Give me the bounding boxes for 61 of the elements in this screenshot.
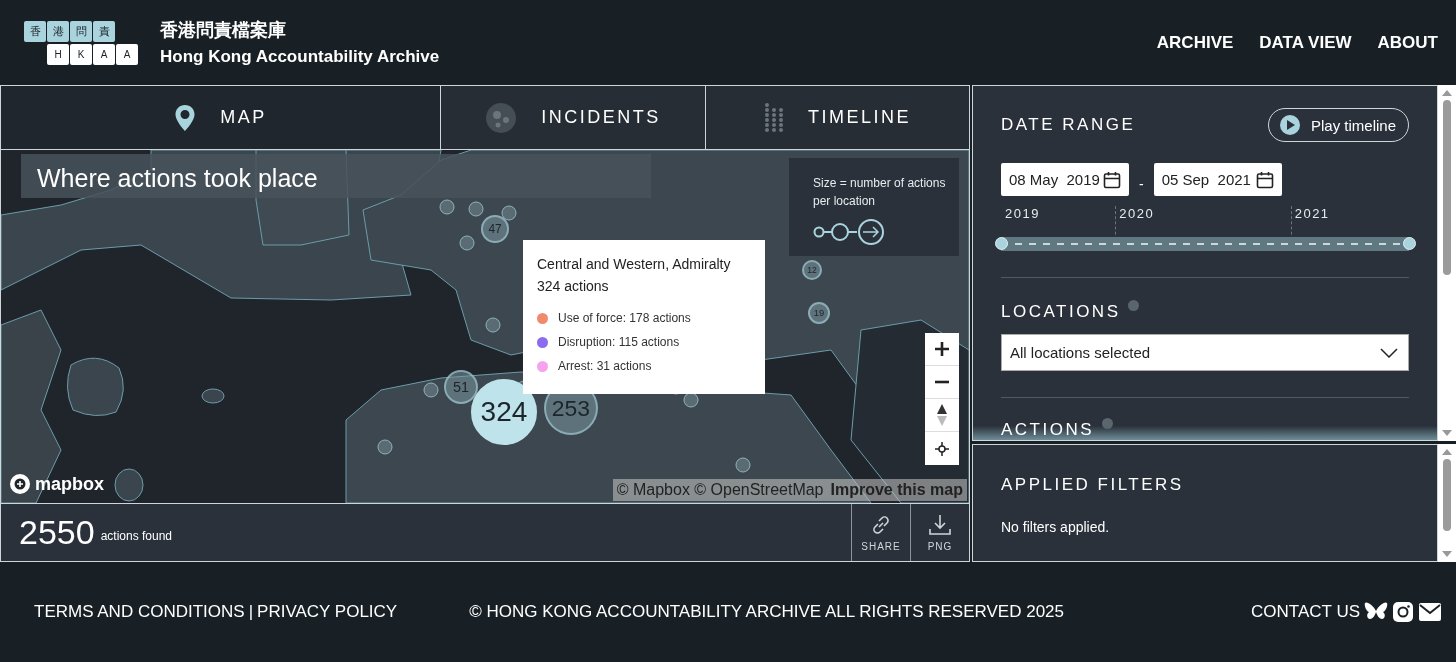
terms-link[interactable]: TERMS AND CONDITIONS bbox=[34, 602, 245, 622]
site-title: Hong Kong Accountability Archive bbox=[160, 47, 440, 67]
improve-map-link[interactable]: Improve this map bbox=[830, 481, 963, 499]
tooltip-total: 324 actions bbox=[537, 278, 610, 294]
end-date-field[interactable]: 05 Sep 2021 bbox=[1153, 163, 1282, 196]
logo-tile: H bbox=[47, 43, 69, 65]
nav-link[interactable]: ARCHIVE bbox=[1156, 32, 1234, 53]
plus-icon bbox=[934, 341, 950, 357]
bubbles-icon bbox=[485, 101, 518, 134]
site-title-chinese: 香港問責檔案庫 bbox=[160, 19, 287, 42]
map-attribution: © Mapbox © OpenStreetMap bbox=[616, 481, 824, 499]
view-tab[interactable]: INCIDENTS bbox=[441, 86, 706, 149]
zoom-in-button[interactable] bbox=[925, 333, 959, 366]
tooltip-title: Central and Western, Admiralty bbox=[537, 256, 732, 272]
contact-link[interactable]: CONTACT US bbox=[1251, 602, 1360, 622]
map-title: Where actions took place bbox=[21, 154, 651, 198]
year-label: 2019 bbox=[1004, 206, 1040, 221]
logo-tile: 港 bbox=[47, 20, 69, 42]
section-heading: DATE RANGE bbox=[1001, 115, 1136, 135]
category-count: Use of force: 178 actions bbox=[558, 311, 691, 325]
nav-link[interactable]: ABOUT bbox=[1377, 32, 1438, 53]
mail-icon[interactable] bbox=[1418, 602, 1442, 622]
privacy-link[interactable]: PRIVACY POLICY bbox=[257, 602, 398, 622]
date-separator: - bbox=[1139, 175, 1144, 192]
chevron-down-icon bbox=[1380, 347, 1398, 358]
view-tab[interactable]: MAP bbox=[1, 86, 441, 149]
logo-tile: 責 bbox=[93, 20, 115, 42]
section-heading: ACTIONS bbox=[1001, 420, 1095, 440]
locations-dropdown[interactable]: All locations selected bbox=[1001, 334, 1409, 371]
dot-grid-icon bbox=[764, 102, 784, 133]
crosshair-icon bbox=[935, 441, 949, 456]
empty-message: No filters applied. bbox=[1001, 519, 1111, 535]
logo-tile: 香 bbox=[24, 20, 46, 42]
copyright-text: © HONG KONG ACCOUNTABILITY ARCHIVE ALL RIGHTS RESERVED 2025 bbox=[469, 602, 1065, 622]
legend-text: Size = number of actions per location bbox=[813, 175, 947, 210]
calendar-icon bbox=[1103, 170, 1121, 189]
logo-tile: A bbox=[116, 43, 138, 65]
mapbox-logo[interactable]: mapbox bbox=[35, 473, 104, 495]
section-heading: LOCATIONS bbox=[1001, 302, 1121, 322]
mapbox-icon bbox=[9, 473, 31, 495]
logo-tile: A bbox=[93, 43, 115, 65]
start-date-field[interactable]: 08 May 2019 bbox=[1001, 163, 1129, 196]
link-separator: | bbox=[248, 602, 254, 622]
year-label: 2020 bbox=[1118, 206, 1155, 221]
view-tab[interactable]: TIMELINE bbox=[706, 86, 969, 149]
category-count: Arrest: 31 actions bbox=[558, 359, 652, 373]
section-heading: APPLIED FILTERS bbox=[1001, 475, 1185, 495]
nav-link[interactable]: DATA VIEW bbox=[1259, 32, 1352, 53]
download-icon bbox=[928, 513, 952, 537]
play-icon bbox=[1278, 114, 1301, 136]
calendar-icon bbox=[1255, 170, 1274, 189]
category-count: Disruption: 115 actions bbox=[558, 335, 680, 349]
result-label: actions found bbox=[100, 528, 173, 543]
camera-icon[interactable] bbox=[1392, 601, 1414, 623]
compass-icon bbox=[936, 403, 948, 427]
location-pin-icon bbox=[174, 103, 197, 132]
site-logo[interactable]: 香 港 問 責 H K A A bbox=[24, 20, 138, 65]
result-count: 2550 bbox=[19, 513, 95, 552]
logo-tile: 問 bbox=[70, 20, 92, 42]
logo-tile: K bbox=[70, 43, 92, 65]
year-label: 2021 bbox=[1293, 206, 1330, 221]
